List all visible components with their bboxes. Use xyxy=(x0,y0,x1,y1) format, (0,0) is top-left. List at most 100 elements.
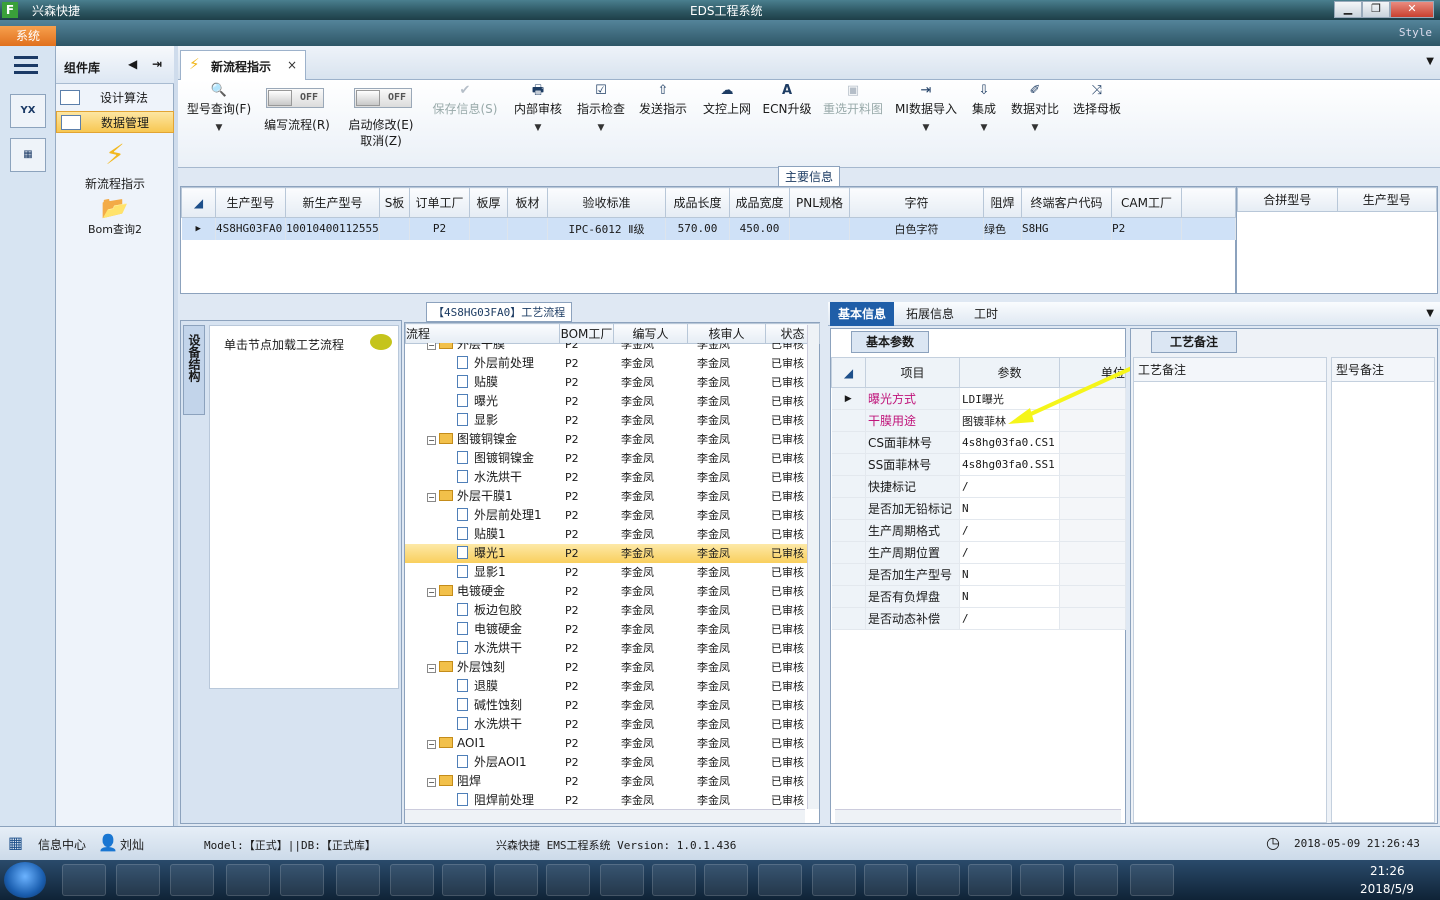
param-unit[interactable] xyxy=(1059,541,1126,564)
style-label[interactable]: Style xyxy=(1399,26,1432,39)
bom-factory-cell[interactable]: P2 xyxy=(565,734,579,753)
param-row[interactable]: 生产周期格式 / xyxy=(831,519,1126,542)
param-unit[interactable] xyxy=(1059,497,1126,520)
taskbar-excel-icon[interactable] xyxy=(390,864,434,896)
bom-factory-cell[interactable]: P2 xyxy=(565,639,579,658)
status-cell[interactable]: 已审核 xyxy=(771,373,804,392)
param-unit[interactable] xyxy=(1059,475,1126,498)
bom-factory-cell[interactable]: P2 xyxy=(565,392,579,411)
taskbar-window-icon[interactable] xyxy=(600,864,644,896)
table-cell[interactable]: 10010400112555 xyxy=(285,217,380,240)
column-header[interactable]: 合拼型号 xyxy=(1237,187,1338,212)
column-header[interactable]: 订单工厂 xyxy=(409,187,470,218)
reviewer-cell[interactable]: 李金凤 xyxy=(697,411,730,430)
param-row[interactable]: 是否动态补偿 / xyxy=(831,607,1126,630)
tab-labor-hours[interactable]: 工时 xyxy=(966,302,1006,326)
bom-factory-cell[interactable]: P2 xyxy=(565,343,579,354)
taskbar-save-icon[interactable] xyxy=(226,864,270,896)
taskbar-app-red-icon[interactable] xyxy=(62,864,106,896)
param-row[interactable]: SS面菲林号 4s8hg03fa0.SS1 xyxy=(831,453,1126,476)
tab-process-remarks[interactable]: 工艺备注 xyxy=(1151,331,1237,353)
bom-factory-cell[interactable]: P2 xyxy=(565,373,579,392)
save-info-button[interactable]: ✔ 保存信息(S) xyxy=(430,82,500,117)
column-header[interactable]: BOM工厂 xyxy=(559,323,614,344)
tree-row[interactable]: − AOI1 P2 李金凤 李金凤 已审核 xyxy=(405,734,809,753)
reviewer-cell[interactable]: 李金凤 xyxy=(697,373,730,392)
status-cell[interactable]: 已审核 xyxy=(771,563,804,582)
reviewer-cell[interactable]: 李金凤 xyxy=(697,430,730,449)
writer-cell[interactable]: 李金凤 xyxy=(621,392,654,411)
column-header[interactable]: 板材 xyxy=(507,187,548,218)
table-row[interactable]: ▶ 4S8HG03FA0 10010400112555 P2 IPC-6012 … xyxy=(181,217,1236,240)
writer-cell[interactable]: 李金凤 xyxy=(621,734,654,753)
collapse-icon[interactable]: − xyxy=(427,343,436,350)
tree-row[interactable]: 显影 P2 李金凤 李金凤 已审核 xyxy=(405,411,809,430)
taskbar-app-f-icon[interactable] xyxy=(1130,864,1174,896)
start-modify-toggle[interactable]: OFF xyxy=(354,88,412,108)
writer-cell[interactable]: 李金凤 xyxy=(621,658,654,677)
table-cell[interactable]: 白色字符 xyxy=(849,217,984,240)
reviewer-cell[interactable]: 李金凤 xyxy=(697,791,730,809)
column-header[interactable]: 生产型号 xyxy=(215,187,286,218)
taskbar-xls-icon[interactable] xyxy=(864,864,908,896)
status-cell[interactable]: 已审核 xyxy=(771,449,804,468)
reviewer-cell[interactable]: 李金凤 xyxy=(697,487,730,506)
taskbar-app-f-icon[interactable] xyxy=(170,864,214,896)
tool-new-process[interactable]: ⚡ 新流程指示 xyxy=(56,138,174,192)
vertical-scrollbar[interactable] xyxy=(807,325,819,809)
tree-node[interactable]: − 外层干膜1 xyxy=(427,487,513,506)
tree-node[interactable]: − AOI1 xyxy=(427,734,486,753)
writer-cell[interactable]: 李金凤 xyxy=(621,525,654,544)
start-button[interactable] xyxy=(4,862,46,898)
system-menu[interactable]: 系统 xyxy=(0,26,56,46)
tab-new-process[interactable]: ⚡ 新流程指示 × xyxy=(180,50,306,80)
taskbar-xls-icon[interactable] xyxy=(812,864,856,896)
reviewer-cell[interactable]: 李金凤 xyxy=(697,601,730,620)
column-header[interactable]: 编写人 xyxy=(613,323,688,344)
status-cell[interactable]: 已审核 xyxy=(771,677,804,696)
param-unit[interactable] xyxy=(1059,585,1126,608)
collapse-icon[interactable]: − xyxy=(427,588,436,597)
column-header[interactable]: 验收标准 xyxy=(547,187,666,218)
bom-factory-cell[interactable]: P2 xyxy=(565,525,579,544)
collapse-icon[interactable]: − xyxy=(427,778,436,787)
column-header[interactable]: 阻焊 xyxy=(983,187,1022,218)
taskbar-window-icon[interactable] xyxy=(494,864,538,896)
write-process-toggle[interactable]: OFF xyxy=(266,88,324,108)
cancel-label[interactable]: 取消(Z) xyxy=(346,132,416,149)
bom-factory-cell[interactable]: P2 xyxy=(565,487,579,506)
writer-cell[interactable]: 李金凤 xyxy=(621,677,654,696)
chevron-down-icon[interactable]: ▼ xyxy=(574,123,628,133)
status-cell[interactable]: 已审核 xyxy=(771,343,804,354)
tree-row[interactable]: 退膜 P2 李金凤 李金凤 已审核 xyxy=(405,677,809,696)
reviewer-cell[interactable]: 李金凤 xyxy=(697,392,730,411)
param-row[interactable]: 是否加生产型号 N xyxy=(831,563,1126,586)
tree-node[interactable]: 水洗烘干 xyxy=(457,715,522,734)
tree-row[interactable]: − 外层干膜 P2 李金凤 李金凤 已审核 xyxy=(405,343,809,354)
status-cell[interactable]: 已审核 xyxy=(771,715,804,734)
status-cell[interactable]: 已审核 xyxy=(771,525,804,544)
reviewer-cell[interactable]: 李金凤 xyxy=(697,620,730,639)
taskbar-app-circle-icon[interactable] xyxy=(704,864,748,896)
bom-factory-cell[interactable]: P2 xyxy=(565,677,579,696)
chevron-down-icon[interactable]: ▼ xyxy=(510,123,566,133)
horizontal-scrollbar[interactable] xyxy=(405,809,805,823)
tree-node[interactable]: − 图镀铜镍金 xyxy=(427,430,517,449)
tree-node[interactable]: − 外层蚀刻 xyxy=(427,658,505,677)
param-row[interactable]: 生产周期位置 / xyxy=(831,541,1126,564)
collapse-left-icon[interactable]: ◀ xyxy=(128,57,137,71)
collapse-icon[interactable]: − xyxy=(427,493,436,502)
writer-cell[interactable]: 李金凤 xyxy=(621,715,654,734)
select-motherboard-button[interactable]: ⤨ 选择母板 xyxy=(1070,82,1124,117)
bom-factory-cell[interactable]: P2 xyxy=(565,563,579,582)
collapse-icon[interactable]: − xyxy=(427,436,436,445)
column-header[interactable]: 成品宽度 xyxy=(729,187,790,218)
reviewer-cell[interactable]: 李金凤 xyxy=(697,696,730,715)
tree-row[interactable]: 贴膜 P2 李金凤 李金凤 已审核 xyxy=(405,373,809,392)
column-header[interactable]: 字符 xyxy=(849,187,984,218)
status-cell[interactable]: 已审核 xyxy=(771,430,804,449)
param-unit[interactable] xyxy=(1059,563,1126,586)
taskbar-xls-icon[interactable] xyxy=(916,864,960,896)
bom-factory-cell[interactable]: P2 xyxy=(565,544,579,563)
tool-bom-query[interactable]: 📂 Bom查询2 xyxy=(56,196,174,237)
